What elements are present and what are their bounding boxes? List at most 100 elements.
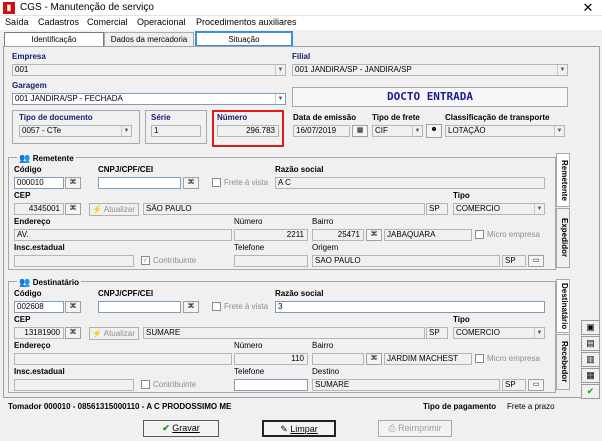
data-emissao-label: Data de emissão (293, 113, 357, 122)
dest-bairro-cod-field[interactable] (312, 353, 364, 365)
dest-destino-field[interactable]: SUMARE (312, 379, 500, 391)
rem-micro-checkbox[interactable] (475, 230, 484, 239)
side-tab-recebedor[interactable]: Recebedor (556, 334, 570, 390)
binoculars-icon[interactable]: ⌘ (65, 327, 81, 339)
rem-numero-field[interactable]: 2211 (234, 229, 308, 241)
menu-cadastros[interactable]: Cadastros (38, 17, 79, 27)
toolbar-icon-3[interactable]: ▥ (581, 352, 600, 367)
binoculars-icon[interactable]: ⌘ (183, 301, 199, 313)
rem-razao-field[interactable]: A C (275, 177, 545, 189)
filial-select[interactable]: 001 JANDIRA/SP - JANDIRA/SP ▼ (292, 64, 568, 76)
rem-cidade-field[interactable]: SÃO PAULO (143, 203, 425, 215)
dest-cep-field[interactable]: 13181900 (14, 327, 64, 339)
rem-insc-field[interactable] (14, 255, 134, 267)
rem-cnpj-field[interactable] (98, 177, 181, 189)
menu-saida[interactable]: Saída (5, 17, 29, 27)
remetente-title-text: Remetente (32, 154, 74, 163)
rem-cep-field[interactable]: 4345001 (14, 203, 64, 215)
dest-endereco-field[interactable] (14, 353, 232, 365)
reimprimir-button[interactable]: ⎙ Reimprimir (378, 420, 452, 437)
serie-field[interactable]: 1 (151, 125, 201, 137)
dest-contribuinte-checkbox[interactable] (141, 380, 150, 389)
empresa-select[interactable]: 001 ▼ (12, 64, 286, 76)
dest-telefone-label: Telefone (234, 367, 265, 376)
menu-procedimentos[interactable]: Procedimentos auxiliares (196, 17, 297, 27)
limpar-button[interactable]: ✎ Limpar (262, 420, 336, 437)
rem-codigo-label: Código (14, 165, 42, 174)
rem-frete-vista-checkbox[interactable] (212, 178, 221, 187)
tipo-frete-label: Tipo de frete (372, 113, 420, 122)
dest-numero-field[interactable]: 110 (234, 353, 308, 365)
destinatario-title: 👥 Destinatário (17, 277, 81, 288)
binoculars-icon[interactable]: ⌘ (366, 229, 382, 241)
dest-destino-uf-field[interactable]: SP (502, 379, 526, 391)
app-icon: ▮ (3, 2, 15, 14)
title-bar: ▮ CGS - Manutenção de serviço ✕ (0, 0, 602, 16)
tipo-frete-value: CIF (375, 126, 388, 135)
numero-field[interactable]: 296.783 (217, 125, 279, 137)
dest-cnpj-field[interactable] (98, 301, 181, 313)
calendar-icon[interactable]: ▦ (352, 125, 368, 137)
toolbar-icon-4[interactable]: ▦ (581, 368, 600, 383)
tipo-frete-select[interactable]: CIF ▼ (372, 125, 423, 137)
binoculars-icon[interactable]: ⌘ (65, 177, 81, 189)
map-icon[interactable]: ▭ (528, 255, 544, 267)
toolbar-icon-2[interactable]: ▤ (581, 336, 600, 351)
menu-operacional[interactable]: Operacional (137, 17, 186, 27)
rem-atualizar-button[interactable]: ⚡ Atualizar (89, 203, 139, 216)
close-icon[interactable]: ✕ (577, 0, 599, 15)
binoculars-icon[interactable]: ⌘ (183, 177, 199, 189)
chevron-down-icon: ▼ (534, 328, 544, 338)
rem-bairro-field[interactable]: JABAQUARA (384, 229, 472, 241)
rem-micro-label: Micro empresa (487, 230, 540, 239)
rem-origem-uf-field[interactable]: SP (502, 255, 526, 267)
tab-situacao[interactable]: Situação (195, 31, 293, 47)
dest-frete-vista-checkbox[interactable] (212, 302, 221, 311)
data-emissao-field[interactable]: 16/07/2019 (293, 125, 350, 137)
dest-cep-label: CEP (14, 315, 31, 324)
chevron-down-icon: ▼ (554, 126, 564, 136)
dest-razao-field[interactable]: 3 (275, 301, 545, 313)
rem-uf-field[interactable]: SP (426, 203, 448, 215)
tipo-documento-select[interactable]: 0057 - CTe ▼ (19, 125, 132, 137)
dest-insc-label: Insc.estadual (14, 367, 65, 376)
side-tab-expedidor[interactable]: Expedidor (556, 208, 570, 268)
garagem-value: 001 JANDIRA/SP - FECHADA (15, 94, 123, 103)
dest-telefone-field[interactable] (234, 379, 308, 391)
menu-comercial[interactable]: Comercial (87, 17, 128, 27)
rem-contribuinte-checkbox[interactable]: ✓ (141, 256, 150, 265)
toolbar-icon-5[interactable]: ✔ (581, 384, 600, 399)
dest-tipo-label: Tipo (453, 315, 470, 324)
tab-identificacao[interactable]: Identificação (4, 32, 104, 47)
rem-origem-field[interactable]: SAO PAULO (312, 255, 500, 267)
binoculars-icon[interactable]: ⌘ (65, 203, 81, 215)
eraser-icon: ✎ (280, 424, 288, 434)
rem-endereco-field[interactable]: AV. (14, 229, 232, 241)
rem-bairro-cod-field[interactable]: 25471 (312, 229, 364, 241)
side-tab-remetente[interactable]: Remetente (556, 153, 570, 207)
classificacao-select[interactable]: LOTAÇÃO ▼ (445, 125, 565, 137)
side-tab-destinatario[interactable]: Destinatário (556, 279, 570, 333)
garagem-select[interactable]: 001 JANDIRA/SP - FECHADA ▼ (12, 93, 286, 105)
tipo-pagamento-value: Frete a prazo (507, 402, 555, 411)
rem-insc-label: Insc.estadual (14, 243, 65, 252)
dest-uf-field[interactable]: SP (426, 327, 448, 339)
rem-tipo-select[interactable]: COMERCIO ▼ (453, 203, 545, 215)
binoculars-icon[interactable]: ⌘ (65, 301, 81, 313)
dest-insc-field[interactable] (14, 379, 134, 391)
person-icon[interactable]: ☻ (426, 124, 442, 138)
binoculars-icon[interactable]: ⌘ (366, 353, 382, 365)
dest-bairro-field[interactable]: JARDIM MACHEST (384, 353, 472, 365)
dest-codigo-field[interactable]: 002608 (14, 301, 64, 313)
dest-cidade-field[interactable]: SUMARE (143, 327, 425, 339)
tab-dados-mercadoria[interactable]: Dados da mercadoria (104, 32, 194, 47)
dest-tipo-select[interactable]: COMERCIO ▼ (453, 327, 545, 339)
toolbar-icon-1[interactable]: ▣ (581, 320, 600, 335)
gravar-button[interactable]: ✔ Gravar (143, 420, 219, 437)
rem-telefone-field[interactable] (234, 255, 308, 267)
dest-micro-checkbox[interactable] (475, 354, 484, 363)
rem-codigo-field[interactable]: 000010 (14, 177, 64, 189)
dest-atualizar-button[interactable]: ⚡ Atualizar (89, 327, 139, 340)
map-icon[interactable]: ▭ (528, 379, 544, 391)
classificacao-value: LOTAÇÃO (448, 126, 486, 135)
